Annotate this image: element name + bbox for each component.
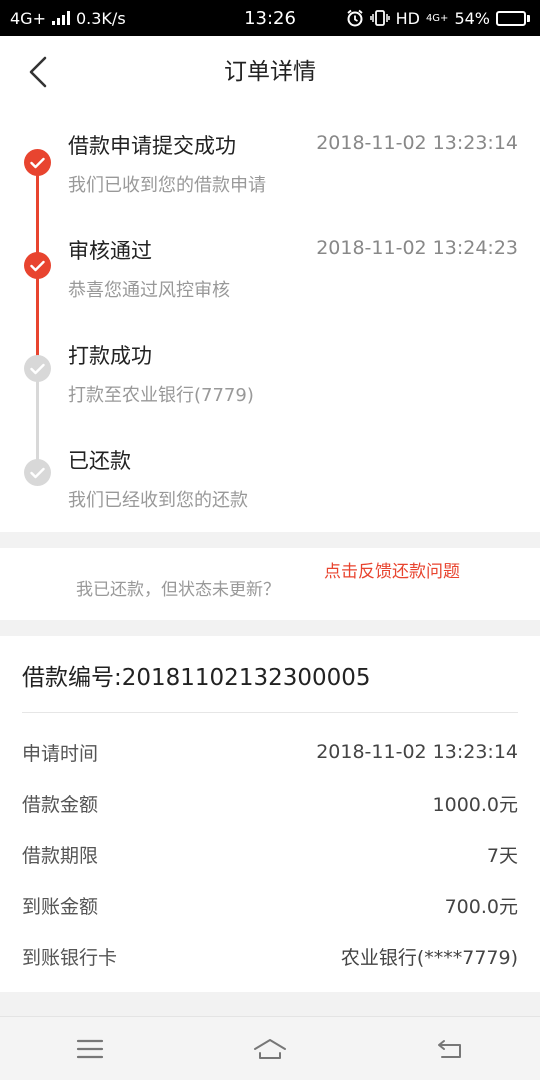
step-time: 2018-11-02 13:23:14 — [316, 132, 518, 154]
detail-label: 借款金额 — [22, 793, 99, 816]
detail-value: 7天 — [486, 844, 518, 867]
step-desc: 恭喜您通过风控审核 — [68, 280, 230, 301]
timeline-line-pending — [36, 373, 39, 473]
detail-label: 申请时间 — [22, 742, 99, 765]
status-bar: 4G+ 0.3K/s 13:26 HD 4G+ 54% — [0, 0, 540, 36]
repayment-feedback: 我已还款，但状态未更新？ 点击反馈还款问题 — [0, 548, 540, 620]
loan-number: 借款编号:20181102132300005 — [22, 665, 371, 691]
vibrate-icon — [369, 10, 390, 26]
step-check-icon — [24, 459, 51, 486]
detail-value: 700.0元 — [444, 895, 518, 918]
menu-icon — [76, 1039, 104, 1058]
detail-row: 到账银行卡 农业银行(****7779) — [22, 941, 518, 971]
network-speed: 0.3K/s — [75, 8, 126, 28]
step-check-icon — [24, 252, 51, 279]
detail-row: 借款金额 1000.0元 — [22, 788, 518, 818]
detail-value: 农业银行(****7779) — [340, 946, 518, 969]
app-header: 订单详情 — [0, 36, 540, 108]
alarm-icon — [347, 9, 363, 27]
detail-label: 到账金额 — [22, 895, 99, 918]
step-check-icon — [24, 355, 51, 382]
status-right: HD 4G+ 54% — [346, 9, 530, 28]
order-timeline: 借款申请提交成功 2018-11-02 13:23:14 我们已收到您的借款申请… — [0, 108, 540, 532]
page-title: 订单详情 — [224, 59, 316, 85]
network-type-2: 4G+ — [425, 12, 449, 24]
battery-percent: 54% — [454, 8, 490, 28]
step-title: 借款申请提交成功 — [68, 134, 236, 158]
battery-icon — [496, 10, 530, 26]
step-check-icon — [24, 149, 51, 176]
status-left: 4G+ 0.3K/s — [10, 9, 126, 28]
system-nav-bar — [0, 1016, 540, 1080]
step-title: 审核通过 — [68, 239, 152, 263]
menu-button[interactable] — [0, 1017, 180, 1080]
step-desc: 我们已经收到您的还款 — [68, 490, 248, 511]
detail-value: 1000.0元 — [432, 793, 518, 816]
step-title: 打款成功 — [68, 344, 152, 368]
detail-row: 申请时间 2018-11-02 13:23:14 — [22, 737, 518, 767]
back-nav-button[interactable] — [360, 1017, 540, 1080]
detail-label: 到账银行卡 — [22, 946, 118, 969]
signal-icon — [51, 11, 70, 25]
home-button[interactable] — [180, 1017, 360, 1080]
step-time: 2018-11-02 13:24:23 — [316, 237, 518, 259]
detail-value: 2018-11-02 13:23:14 — [316, 741, 518, 763]
detail-row: 借款期限 7天 — [22, 839, 518, 869]
step-desc: 我们已收到您的借款申请 — [68, 175, 266, 196]
return-icon — [438, 1039, 461, 1058]
divider — [22, 712, 518, 713]
home-icon — [254, 1038, 286, 1059]
feedback-prompt: 我已还款，但状态未更新？ — [76, 580, 280, 600]
step-title: 已还款 — [68, 449, 131, 473]
hd-label: HD — [395, 8, 420, 28]
feedback-link[interactable]: 点击反馈还款问题 — [324, 561, 474, 583]
loan-details: 借款编号:20181102132300005 申请时间 2018-11-02 1… — [0, 636, 540, 992]
detail-label: 借款期限 — [22, 844, 99, 867]
network-type: 4G+ — [10, 8, 46, 28]
step-desc: 打款至农业银行(7779) — [68, 385, 254, 406]
detail-row: 到账金额 700.0元 — [22, 890, 518, 920]
